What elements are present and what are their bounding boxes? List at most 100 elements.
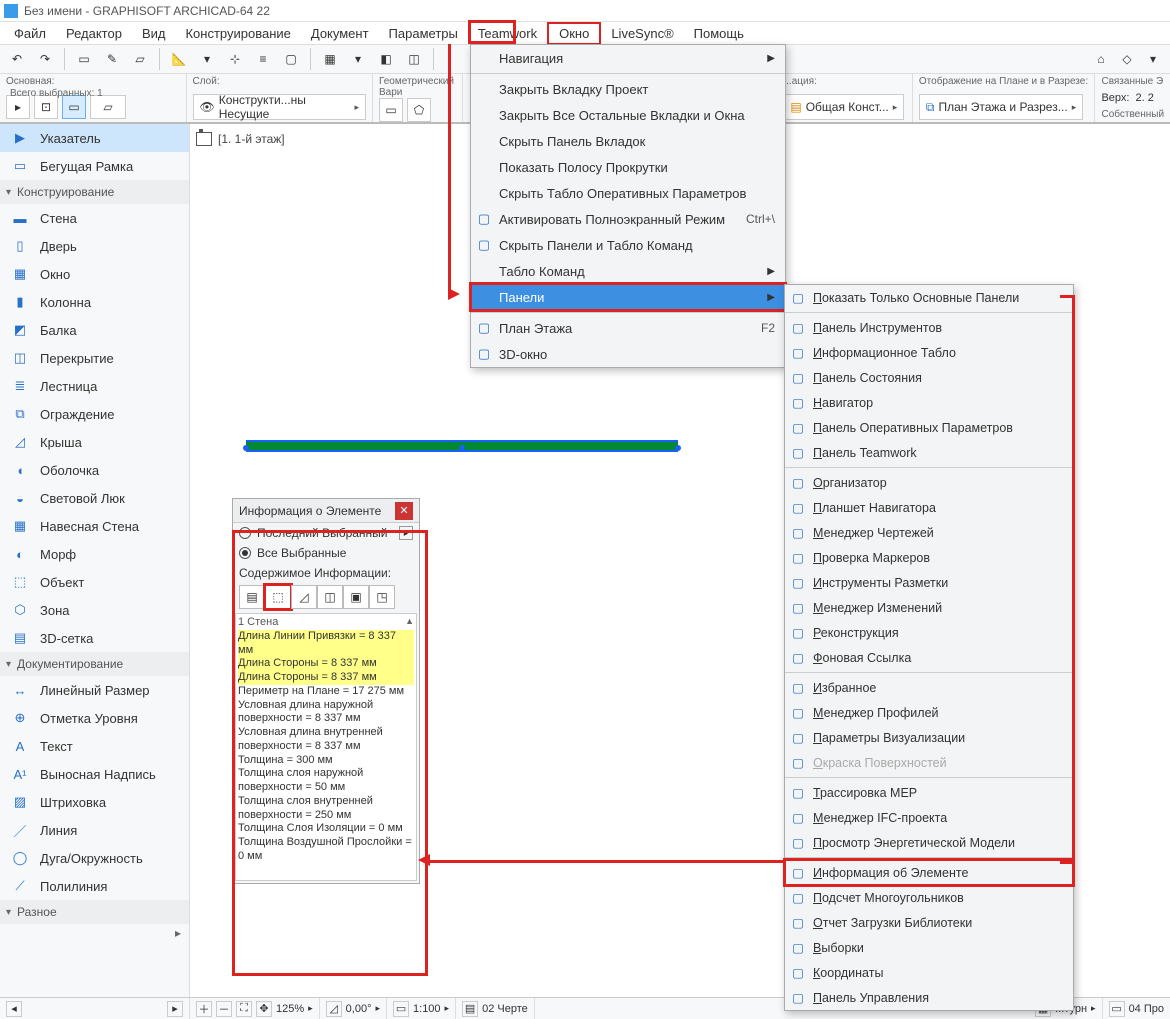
toolbox-section-design[interactable]: ▾Конструирование (0, 180, 189, 204)
pan-icon[interactable]: ✥ (256, 1001, 272, 1017)
submenu-item[interactable]: ▢Панель Teamwork (785, 440, 1073, 465)
tool-1[interactable]: ▯Дверь (0, 232, 189, 260)
menu-item[interactable]: ▢План ЭтажаF2 (471, 315, 785, 341)
menu-item[interactable]: Скрыть Табло Оперативных Параметров (471, 180, 785, 206)
submenu-item[interactable]: ▢Менеджер IFC-проекта (785, 805, 1073, 830)
menu-livesync®[interactable]: LiveSync® (601, 24, 683, 43)
menu-item[interactable]: Скрыть Панель Вкладок (471, 128, 785, 154)
tool-doc-7[interactable]: ⟋Полилиния (0, 872, 189, 900)
tool-pointer[interactable]: ▶Указатель (0, 124, 189, 152)
menu-item[interactable]: Показать Полосу Прокрутки (471, 154, 785, 180)
tool-14[interactable]: ⬡Зона (0, 596, 189, 624)
wall-element[interactable] (246, 440, 678, 452)
tool-4[interactable]: ◩Балка (0, 316, 189, 344)
tool-0[interactable]: ▬Стена (0, 204, 189, 232)
menu-документ[interactable]: Документ (301, 24, 379, 43)
tool-doc-2[interactable]: AТекст (0, 732, 189, 760)
menu-item[interactable]: Табло Команд▶ (471, 258, 785, 284)
submenu-item[interactable]: ▢Просмотр Энергетической Модели (785, 830, 1073, 855)
submenu-item[interactable]: ▢Координаты (785, 960, 1073, 985)
filter-doc-icon[interactable]: ▤ (239, 585, 265, 609)
angle-value[interactable]: 0,00° (346, 1003, 372, 1015)
submenu-item[interactable]: ▢Проверка Маркеров (785, 545, 1073, 570)
filter-box-icon[interactable]: ▣ (343, 585, 369, 609)
marquee-icon[interactable]: ▱ (129, 48, 151, 70)
tool-doc-1[interactable]: ⊕Отметка Уровня (0, 704, 189, 732)
submenu-item[interactable]: ▢Панель Оперативных Параметров (785, 415, 1073, 440)
tool-doc-6[interactable]: ◯Дуга/Окружность (0, 844, 189, 872)
menu-item[interactable]: Закрыть Вкладку Проект (471, 76, 785, 102)
tool-11[interactable]: ▦Навесная Стена (0, 512, 189, 540)
menu-вид[interactable]: Вид (132, 24, 176, 43)
tool-12[interactable]: ◐Морф (0, 540, 189, 568)
menu-параметры[interactable]: Параметры (379, 24, 468, 43)
loc-chip[interactable]: ▤ Общая Конст... ▸ (783, 94, 904, 120)
menu-файл[interactable]: Файл (4, 24, 56, 43)
submenu-item[interactable]: ▢Реконструкция (785, 620, 1073, 645)
filter-misc-icon[interactable]: ◳ (369, 585, 395, 609)
submenu-item[interactable]: ▢Параметры Визуализации (785, 725, 1073, 750)
tool-13[interactable]: ⬚Объект (0, 568, 189, 596)
snap-icon[interactable]: ⊹ (224, 48, 246, 70)
submenu-item[interactable]: ▢Планшет Навигатора (785, 495, 1073, 520)
submenu-item[interactable]: ▢Менеджер Изменений (785, 595, 1073, 620)
submenu-item[interactable]: ▢Навигатор (785, 390, 1073, 415)
menu-конструирование[interactable]: Конструирование (175, 24, 300, 43)
home-icon[interactable]: ⌂ (1090, 48, 1112, 70)
display-chip[interactable]: ⧉ План Этажа и Разрез... ▸ (919, 94, 1083, 120)
angle-icon[interactable]: ◿ (326, 1001, 342, 1017)
tool-doc-4[interactable]: ▨Штриховка (0, 788, 189, 816)
menu-помощь[interactable]: Помощь (684, 24, 754, 43)
box-icon[interactable]: ▢ (280, 48, 302, 70)
dropdown-2-icon[interactable]: ▾ (347, 48, 369, 70)
submenu-item[interactable]: ▢Избранное (785, 675, 1073, 700)
menu-окно[interactable]: Окно (547, 22, 601, 45)
menu-item[interactable]: ▢Скрыть Панели и Табло Команд (471, 232, 785, 258)
cube-icon[interactable]: ◧ (375, 48, 397, 70)
select-icon[interactable]: ▭ (73, 48, 95, 70)
grid-icon[interactable]: ▦ (319, 48, 341, 70)
undo-icon[interactable]: ↶ (6, 48, 28, 70)
sheet-icon[interactable]: ▭ (1109, 1001, 1125, 1017)
tool-2[interactable]: ▦Окно (0, 260, 189, 288)
menu-редактор[interactable]: Редактор (56, 24, 132, 43)
tool-doc-0[interactable]: ↔Линейный Размер (0, 676, 189, 704)
submenu-item[interactable]: ▢Информационное Табло (785, 340, 1073, 365)
align-icon[interactable]: ≡ (252, 48, 274, 70)
info-text-area[interactable]: ▲ 1 СтенаДлина Линии Привязки = 8 337 мм… (235, 613, 417, 881)
view-icon[interactable]: ▤ (462, 1001, 478, 1017)
toolbox-section-doc[interactable]: ▾Документирование (0, 652, 189, 676)
tool-5[interactable]: ◫Перекрытие (0, 344, 189, 372)
submenu-item[interactable]: ▢Менеджер Чертежей (785, 520, 1073, 545)
tool-3[interactable]: ▮Колонна (0, 288, 189, 316)
zoom-in-icon[interactable]: ＋ (196, 1001, 212, 1017)
menu-teamwork[interactable]: Teamwork (468, 24, 547, 43)
submenu-item[interactable]: ▢Выборки (785, 935, 1073, 960)
filter-3d-icon[interactable]: ◫ (317, 585, 343, 609)
geom-rect-icon[interactable]: ▭ (379, 98, 403, 122)
ruler-icon[interactable]: 📐 (168, 48, 190, 70)
wand-icon[interactable]: ✎ (101, 48, 123, 70)
zoom-value[interactable]: 125% (276, 1003, 304, 1015)
view-value[interactable]: 02 Черте (482, 1003, 528, 1015)
tool-doc-5[interactable]: ／Линия (0, 816, 189, 844)
tool-15[interactable]: ▤3D-сетка (0, 624, 189, 652)
zoom-out-icon[interactable]: － (216, 1001, 232, 1017)
submenu-item[interactable]: ▢Показать Только Основные Панели (785, 285, 1073, 310)
tool-6[interactable]: ≣Лестница (0, 372, 189, 400)
favorite-icon[interactable]: ◇ (1116, 48, 1138, 70)
submenu-item[interactable]: ▢Панель Состояния (785, 365, 1073, 390)
submenu-item[interactable]: ▢Фоновая Ссылка (785, 645, 1073, 670)
submenu-item[interactable]: ▢Подсчет Многоугольников (785, 885, 1073, 910)
submenu-item[interactable]: ▢Панель Инструментов (785, 315, 1073, 340)
redo-icon[interactable]: ↷ (34, 48, 56, 70)
perspective-icon[interactable]: ◫ (403, 48, 425, 70)
scale-icon[interactable]: ▭ (393, 1001, 409, 1017)
menu-item[interactable]: ▢Активировать Полноэкранный РежимCtrl+\ (471, 206, 785, 232)
toolbox-section-misc[interactable]: ▾Разное (0, 900, 189, 924)
sheet-value[interactable]: 04 Про (1129, 1003, 1164, 1015)
element-info-header[interactable]: Информация о Элементе ✕ (233, 499, 419, 523)
close-icon[interactable]: ✕ (395, 502, 413, 520)
tool-7[interactable]: ⧉Ограждение (0, 400, 189, 428)
view-tab[interactable]: [1. 1-й этаж] (196, 132, 285, 146)
